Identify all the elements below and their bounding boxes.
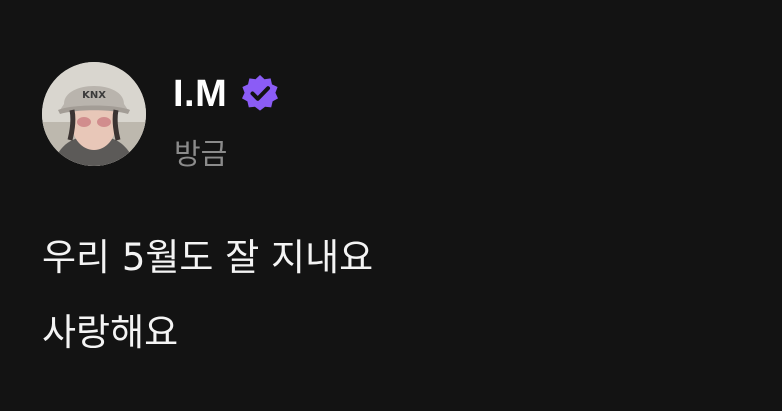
post-text-line-2: 사랑해요 bbox=[42, 311, 179, 354]
timestamp: 방금 bbox=[174, 137, 228, 171]
author-row: I.M bbox=[173, 70, 281, 118]
post-text-line-1: 우리 5월도 잘 지내요 bbox=[42, 236, 374, 279]
verified-check-badge-icon bbox=[239, 73, 281, 115]
post-card: KNX I.M 방금 우리 5월도 잘 지내요 사랑해요 bbox=[0, 0, 782, 411]
avatar[interactable]: KNX bbox=[42, 62, 146, 166]
username[interactable]: I.M bbox=[173, 70, 227, 118]
avatar-photo: KNX bbox=[42, 62, 146, 166]
svg-text:KNX: KNX bbox=[82, 90, 106, 101]
